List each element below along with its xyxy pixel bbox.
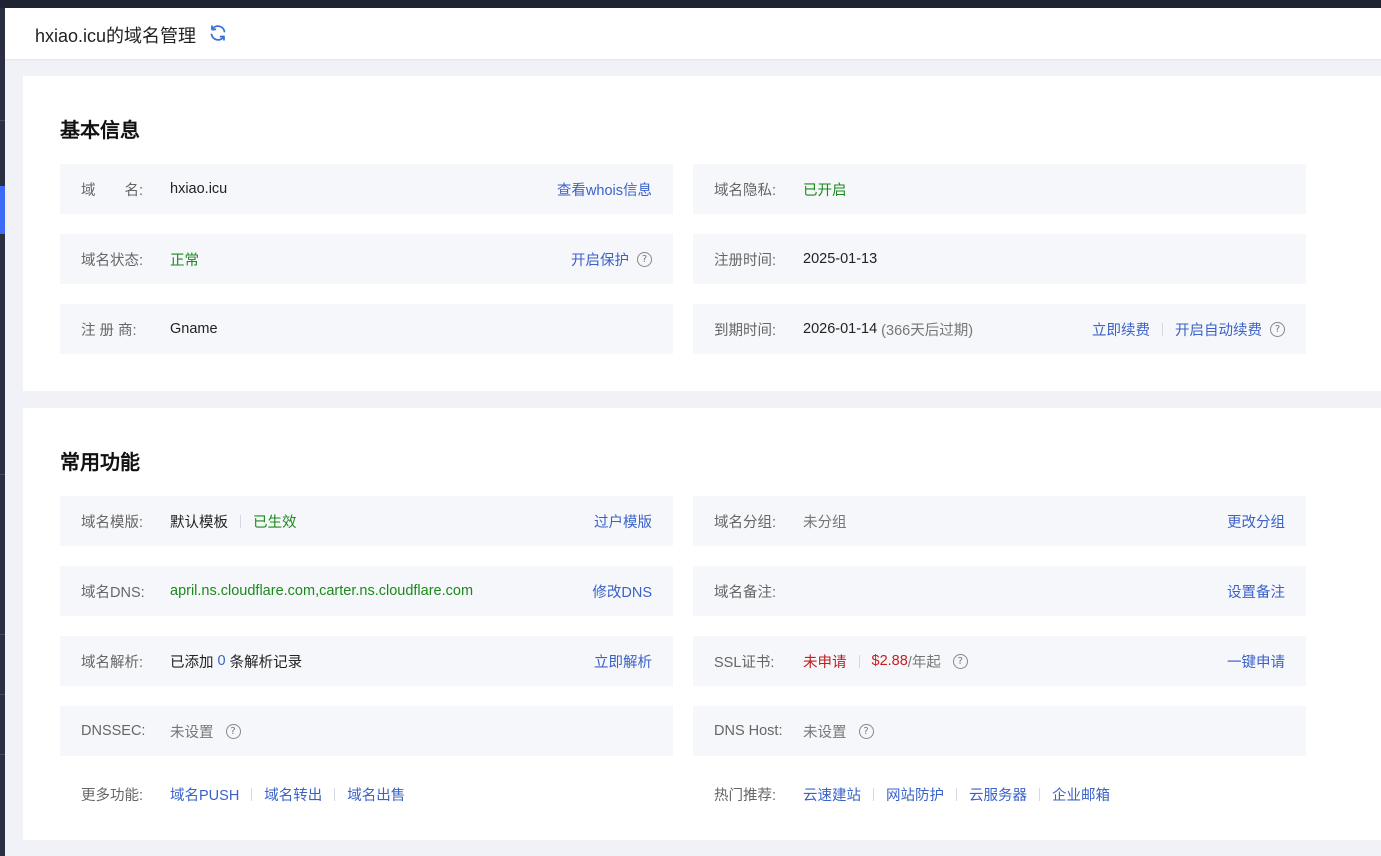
- resolve-suffix: 条解析记录: [229, 654, 303, 671]
- privacy-value: 已开启: [803, 182, 847, 199]
- resolve-prefix: 已添加: [170, 654, 214, 671]
- enable-protection-link[interactable]: 开启保护: [571, 249, 629, 270]
- expire-remaining: (366天后过期): [881, 322, 974, 339]
- basic-info-card: 基本信息 域 名: hxiao.icu 查看whois信息 域名隐私: 已开启 …: [23, 76, 1381, 391]
- remark-row: 域名备注: 设置备注: [693, 566, 1306, 616]
- basic-info-title: 基本信息: [60, 120, 140, 142]
- divider: [858, 654, 860, 668]
- status-value: 正常: [170, 252, 199, 269]
- domain-value: hxiao.icu: [170, 181, 228, 197]
- registrar-row: 注 册 商: Gname: [60, 304, 673, 354]
- registrar-label: 注 册 商:: [81, 322, 137, 339]
- modify-dns-link[interactable]: 修改DNS: [592, 581, 652, 602]
- expire-row: 到期时间: 2026-01-14 (366天后过期) 立即续费 开启自动续费 ?: [693, 304, 1306, 354]
- more-functions-label: 更多功能:: [81, 787, 144, 804]
- divider: [1039, 787, 1040, 801]
- domain-push-link[interactable]: 域名PUSH: [170, 784, 239, 805]
- transfer-template-link[interactable]: 过户模版: [594, 511, 652, 532]
- dnshost-value: 未设置: [803, 724, 847, 741]
- dnssec-label: DNSSEC:: [81, 723, 146, 739]
- status-row: 域名状态: 正常 开启保护 ?: [60, 234, 673, 284]
- template-label: 域名模版:: [81, 514, 144, 531]
- hot-recommend-row: 热门推荐: 云速建站 网站防护 云服务器 企业邮箱: [693, 769, 1306, 819]
- cloud-server-link[interactable]: 云服务器: [969, 784, 1027, 805]
- dns-value: april.ns.cloudflare.com,carter.ns.cloudf…: [170, 583, 474, 599]
- group-row: 域名分组: 未分组 更改分组: [693, 496, 1306, 546]
- web-protection-link[interactable]: 网站防护: [886, 784, 944, 805]
- dns-label: 域名DNS:: [81, 584, 145, 601]
- resolve-row: 域名解析: 已添加 0 条解析记录 立即解析: [60, 636, 673, 686]
- divider: [251, 787, 253, 801]
- ssl-price-suffix: /年起: [907, 654, 941, 671]
- status-label: 域名状态:: [81, 252, 144, 269]
- ssl-row: SSL证书: 未申请 $2.88 /年起 ? 一键申请: [693, 636, 1306, 686]
- reg-time-label: 注册时间:: [714, 252, 777, 269]
- hot-recommend-label: 热门推荐:: [714, 787, 777, 804]
- registrar-value: Gname: [170, 321, 218, 337]
- divider: [240, 514, 241, 528]
- help-icon[interactable]: ?: [952, 653, 968, 669]
- group-label: 域名分组:: [714, 514, 777, 531]
- dnshost-row: DNS Host: 未设置 ?: [693, 706, 1306, 756]
- help-icon[interactable]: ?: [858, 723, 874, 739]
- resolve-now-link[interactable]: 立即解析: [594, 651, 652, 672]
- main-content: hxiao.icu的域名管理 基本信息 域 名: hxiao.icu 查看who…: [5, 8, 1381, 856]
- reg-time-value: 2025-01-13: [803, 251, 878, 267]
- ssl-label: SSL证书:: [714, 654, 775, 671]
- apply-ssl-link[interactable]: 一键申请: [1227, 651, 1285, 672]
- page-title: hxiao.icu的域名管理: [35, 26, 197, 46]
- ssl-status: 未申请: [803, 654, 847, 671]
- dns-row: 域名DNS: april.ns.cloudflare.com,carter.ns…: [60, 566, 673, 616]
- privacy-row: 域名隐私: 已开启: [693, 164, 1306, 214]
- domain-transfer-out-link[interactable]: 域名转出: [264, 784, 322, 805]
- group-value: 未分组: [803, 514, 847, 531]
- template-status: 已生效: [253, 514, 297, 531]
- divider: [956, 787, 957, 801]
- help-icon[interactable]: ?: [637, 251, 652, 267]
- common-functions-title: 常用功能: [60, 452, 140, 474]
- renew-now-link[interactable]: 立即续费: [1092, 319, 1150, 340]
- change-group-link[interactable]: 更改分组: [1227, 511, 1285, 532]
- divider: [334, 787, 336, 801]
- domain-row: 域 名: hxiao.icu 查看whois信息: [60, 164, 673, 214]
- template-value: 默认模板: [170, 514, 228, 531]
- remark-label: 域名备注:: [714, 584, 777, 601]
- common-functions-card: 常用功能 域名模版: 默认模板 已生效 过户模版 域名分组: 未分组 更改分组 …: [23, 408, 1381, 840]
- domain-sale-link[interactable]: 域名出售: [347, 784, 405, 805]
- refresh-icon[interactable]: [208, 23, 228, 43]
- dnshost-label: DNS Host:: [714, 723, 783, 739]
- whois-link[interactable]: 查看whois信息: [557, 179, 652, 200]
- reg-time-row: 注册时间: 2025-01-13: [693, 234, 1306, 284]
- help-icon[interactable]: ?: [1270, 321, 1285, 337]
- template-row: 域名模版: 默认模板 已生效 过户模版: [60, 496, 673, 546]
- set-remark-link[interactable]: 设置备注: [1227, 581, 1285, 602]
- help-icon[interactable]: ?: [225, 723, 241, 739]
- enterprise-mail-link[interactable]: 企业邮箱: [1052, 784, 1110, 805]
- expire-label: 到期时间:: [714, 322, 777, 339]
- resolve-count: 0: [217, 653, 226, 669]
- page-header: hxiao.icu的域名管理: [5, 8, 1381, 59]
- more-functions-row: 更多功能: 域名PUSH 域名转出 域名出售: [60, 769, 673, 819]
- auto-renew-link[interactable]: 开启自动续费: [1175, 319, 1262, 340]
- ssl-price: $2.88: [871, 653, 908, 669]
- privacy-label: 域名隐私:: [714, 182, 777, 199]
- expire-value: 2026-01-14: [803, 321, 878, 337]
- divider: [1162, 322, 1163, 336]
- dnssec-row: DNSSEC: 未设置 ?: [60, 706, 673, 756]
- divider: [873, 787, 874, 801]
- domain-label: 域 名:: [81, 182, 144, 199]
- dnssec-value: 未设置: [170, 724, 214, 741]
- site-builder-link[interactable]: 云速建站: [803, 784, 861, 805]
- resolve-label: 域名解析:: [81, 654, 144, 671]
